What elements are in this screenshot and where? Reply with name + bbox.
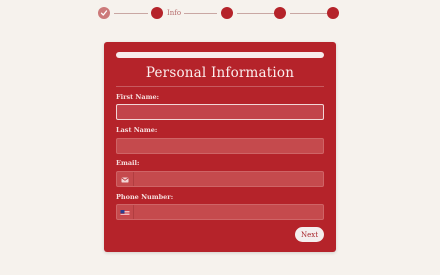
step-connector [237,13,275,14]
phone-label: Phone Number: [116,193,174,201]
phone-input[interactable] [117,211,323,225]
us-flag-icon [120,210,130,216]
last-name-label: Last Name: [116,126,158,134]
envelope-icon [121,177,129,183]
email-prefix [117,172,134,186]
step-connector [184,13,217,14]
step-5[interactable] [327,7,339,19]
form-title: Personal Information [145,65,295,81]
first-name-field-box [116,104,324,125]
step-4[interactable] [274,7,286,19]
first-name-label: First Name: [116,93,159,101]
stepper: Info [0,0,440,30]
title-divider [116,86,324,87]
step-1-complete[interactable] [98,7,110,19]
step-connector [114,13,148,14]
last-name-input[interactable] [117,145,323,159]
first-name-input[interactable] [117,111,323,125]
phone-field-box [116,204,324,225]
email-field-box [116,171,324,192]
form-progress-bar [116,52,324,58]
next-button[interactable]: Next [295,227,324,242]
last-name-field-box [116,138,324,159]
form-card: Personal Information First Name: Last Na… [104,42,336,252]
step-connector [290,13,328,14]
current-step-label: Info [167,9,182,17]
checkmark-icon [100,10,108,16]
email-label: Email: [116,159,140,167]
country-code-selector[interactable] [117,205,134,219]
step-2-current[interactable] [151,7,163,19]
email-input[interactable] [117,178,323,192]
step-3[interactable] [221,7,233,19]
